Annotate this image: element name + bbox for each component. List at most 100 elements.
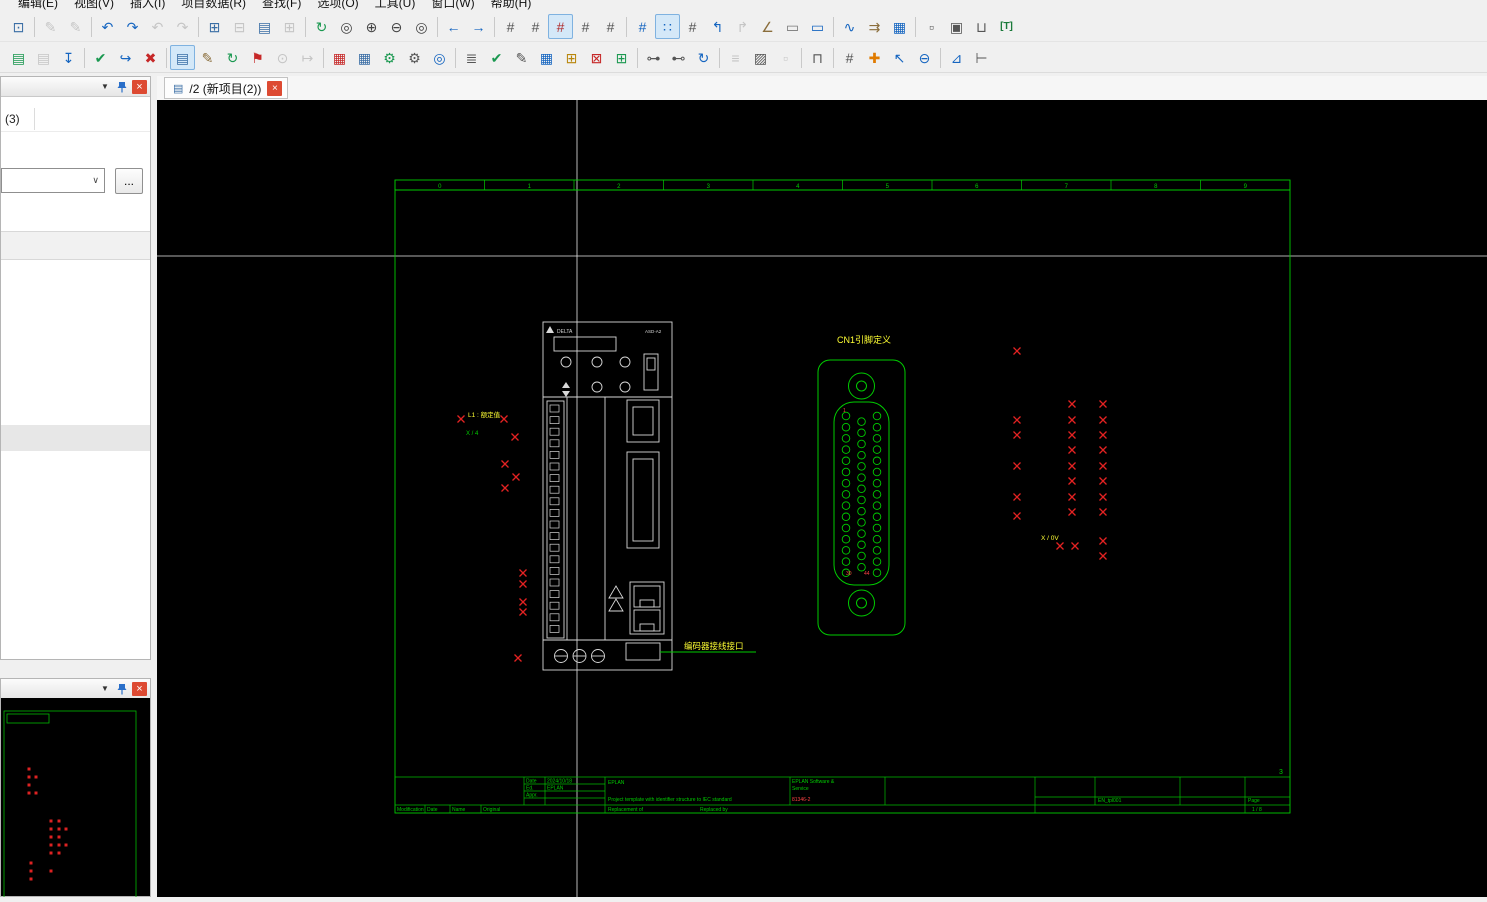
bookmark-button[interactable]: ⚑	[245, 45, 270, 70]
drawing-canvas[interactable]: 0123456789 3 Date 2024/10/18 Ed. E	[157, 100, 1487, 897]
edit-device-button[interactable]: ✎	[509, 45, 534, 70]
paste-page-button[interactable]: ▤	[6, 45, 31, 70]
viewport-icon: ▭	[811, 20, 824, 34]
design-mode-button[interactable]: ▭	[780, 14, 805, 39]
device-navigator-button[interactable]: ▦	[352, 45, 377, 70]
snap-to-grid-button[interactable]: ∷	[655, 14, 680, 39]
update-page-button[interactable]: ↻	[220, 45, 245, 70]
grid-display-button[interactable]: #	[630, 14, 655, 39]
check-project-button[interactable]: ✔	[484, 45, 509, 70]
place-object-button[interactable]: ▫	[919, 14, 944, 39]
layers-button: ≡	[723, 45, 748, 70]
tb-col-original: Original	[483, 807, 500, 813]
selection-box-button[interactable]: ▣	[944, 14, 969, 39]
panel-close-button[interactable]: ×	[132, 682, 147, 696]
panel-close-button[interactable]: ×	[132, 80, 147, 94]
freehand-button[interactable]: ∿	[837, 14, 862, 39]
menu-item-0[interactable]: 编辑(E)	[18, 0, 58, 11]
redo-button[interactable]: ↷	[120, 14, 145, 39]
clipboard-delete-button[interactable]: ✖	[138, 45, 163, 70]
menu-item-8[interactable]: 帮助(H)	[491, 0, 532, 11]
tab-close-button[interactable]: ×	[267, 81, 282, 96]
device-table-button[interactable]: ▦	[327, 45, 352, 70]
grid-c-button[interactable]: #	[548, 14, 573, 39]
menu-item-3[interactable]: 项目数据(R)	[181, 0, 246, 11]
tb-date-value: 2024/10/18	[547, 779, 572, 785]
zoom-in-button[interactable]: ⊕	[359, 14, 384, 39]
split-window-icon: ⊟	[234, 20, 246, 34]
sync-settings-button[interactable]: ⚙	[377, 45, 402, 70]
go-back-button[interactable]: ←	[441, 14, 466, 39]
clipboard-apply-icon: ✔	[95, 51, 107, 65]
text-mode-button[interactable]: [T]	[994, 14, 1019, 39]
stamp-button[interactable]: ⊓	[805, 45, 830, 70]
settings-button[interactable]: ⚙	[402, 45, 427, 70]
grid-d-button[interactable]: #	[573, 14, 598, 39]
insert-grid-button[interactable]: ▦	[887, 14, 912, 39]
grid-free-button[interactable]: #	[680, 14, 705, 39]
increment-button[interactable]: ✚	[862, 45, 887, 70]
page-select-button[interactable]: ⊡	[6, 14, 31, 39]
tab-project-page[interactable]: ▤ /2 (新项目(2)) ×	[164, 77, 288, 99]
toolbar-separator	[915, 17, 916, 37]
numbering-button[interactable]: ≣	[459, 45, 484, 70]
menu-item-4[interactable]: 查找(F)	[262, 0, 301, 11]
redraw-button[interactable]: ↻	[309, 14, 334, 39]
zoom-out-button[interactable]: ⊖	[384, 14, 409, 39]
page-preview-button[interactable]: ▤	[252, 14, 277, 39]
hatch-style-button[interactable]: ▨	[748, 45, 773, 70]
new-window-button[interactable]: ⊞	[202, 14, 227, 39]
tb-col-modification: Modification	[397, 807, 424, 813]
zoom-100-button[interactable]: ◎	[409, 14, 434, 39]
svg-text:5: 5	[886, 184, 890, 190]
clipboard-apply-button[interactable]: ✔	[88, 45, 113, 70]
slope-tool-button[interactable]: ⊿	[944, 45, 969, 70]
x0v-label: X / 0V	[1041, 535, 1059, 542]
menu-item-5[interactable]: 选项(O)	[317, 0, 358, 11]
grid-b-button[interactable]: #	[523, 14, 548, 39]
pin-icon[interactable]	[117, 683, 127, 695]
ruler-grid-button[interactable]: #	[837, 45, 862, 70]
menu-item-1[interactable]: 视图(V)	[74, 0, 114, 11]
import-page-button[interactable]: ↧	[56, 45, 81, 70]
undo-button[interactable]: ↶	[95, 14, 120, 39]
panel-menu-icon[interactable]: ▼	[98, 82, 112, 91]
filter-combobox[interactable]: ∨	[1, 168, 105, 193]
device-box-button[interactable]: ▦	[534, 45, 559, 70]
menu-item-2[interactable]: 插入(I)	[130, 0, 165, 11]
redo-list-icon: ↷	[177, 20, 189, 34]
delete-placement-button[interactable]: ⊠	[584, 45, 609, 70]
connection-symbol-button[interactable]: ⊶	[641, 45, 666, 70]
adjust-tool-button[interactable]: ⊖	[912, 45, 937, 70]
menu-item-6[interactable]: 工具(U)	[375, 0, 416, 11]
menu-item-7[interactable]: 窗口(W)	[431, 0, 474, 11]
viewport-button[interactable]: ▭	[805, 14, 830, 39]
frame-column-scale: 0123456789	[395, 180, 1290, 190]
grid-free-icon: #	[689, 20, 697, 34]
plug-symbol-button[interactable]: ⊷	[666, 45, 691, 70]
selected-list-row[interactable]	[1, 425, 150, 451]
edit-properties-button[interactable]: ✎	[195, 45, 220, 70]
go-forward-button[interactable]: →	[466, 14, 491, 39]
center-target-button[interactable]: ◎	[427, 45, 452, 70]
autoconnect-button[interactable]: ⇉	[862, 14, 887, 39]
zoom-window-button[interactable]: ◎	[334, 14, 359, 39]
pointer-button[interactable]: ↖	[887, 45, 912, 70]
pin-icon[interactable]	[117, 81, 127, 93]
rotate-button[interactable]: ↻	[691, 45, 716, 70]
complete-box-button[interactable]: ⊞	[609, 45, 634, 70]
toolbar-separator	[626, 17, 627, 37]
grid-e-button[interactable]: #	[598, 14, 623, 39]
angle-snap-button[interactable]: ∠	[755, 14, 780, 39]
properties-button[interactable]: ▤	[170, 45, 195, 70]
align-jump-button[interactable]: ↰	[705, 14, 730, 39]
browse-button[interactable]: ...	[115, 168, 143, 194]
group-frame-icon: ▫	[783, 51, 788, 65]
grid-a-button[interactable]: #	[498, 14, 523, 39]
measure-tool-button[interactable]: ⊢	[969, 45, 994, 70]
parts-cart-button[interactable]: ⊔	[969, 14, 994, 39]
selection-box-icon: ▣	[950, 20, 963, 34]
panel-menu-icon[interactable]: ▼	[98, 684, 112, 693]
clipboard-insert-button[interactable]: ↪	[113, 45, 138, 70]
enclosure-button[interactable]: ⊞	[559, 45, 584, 70]
